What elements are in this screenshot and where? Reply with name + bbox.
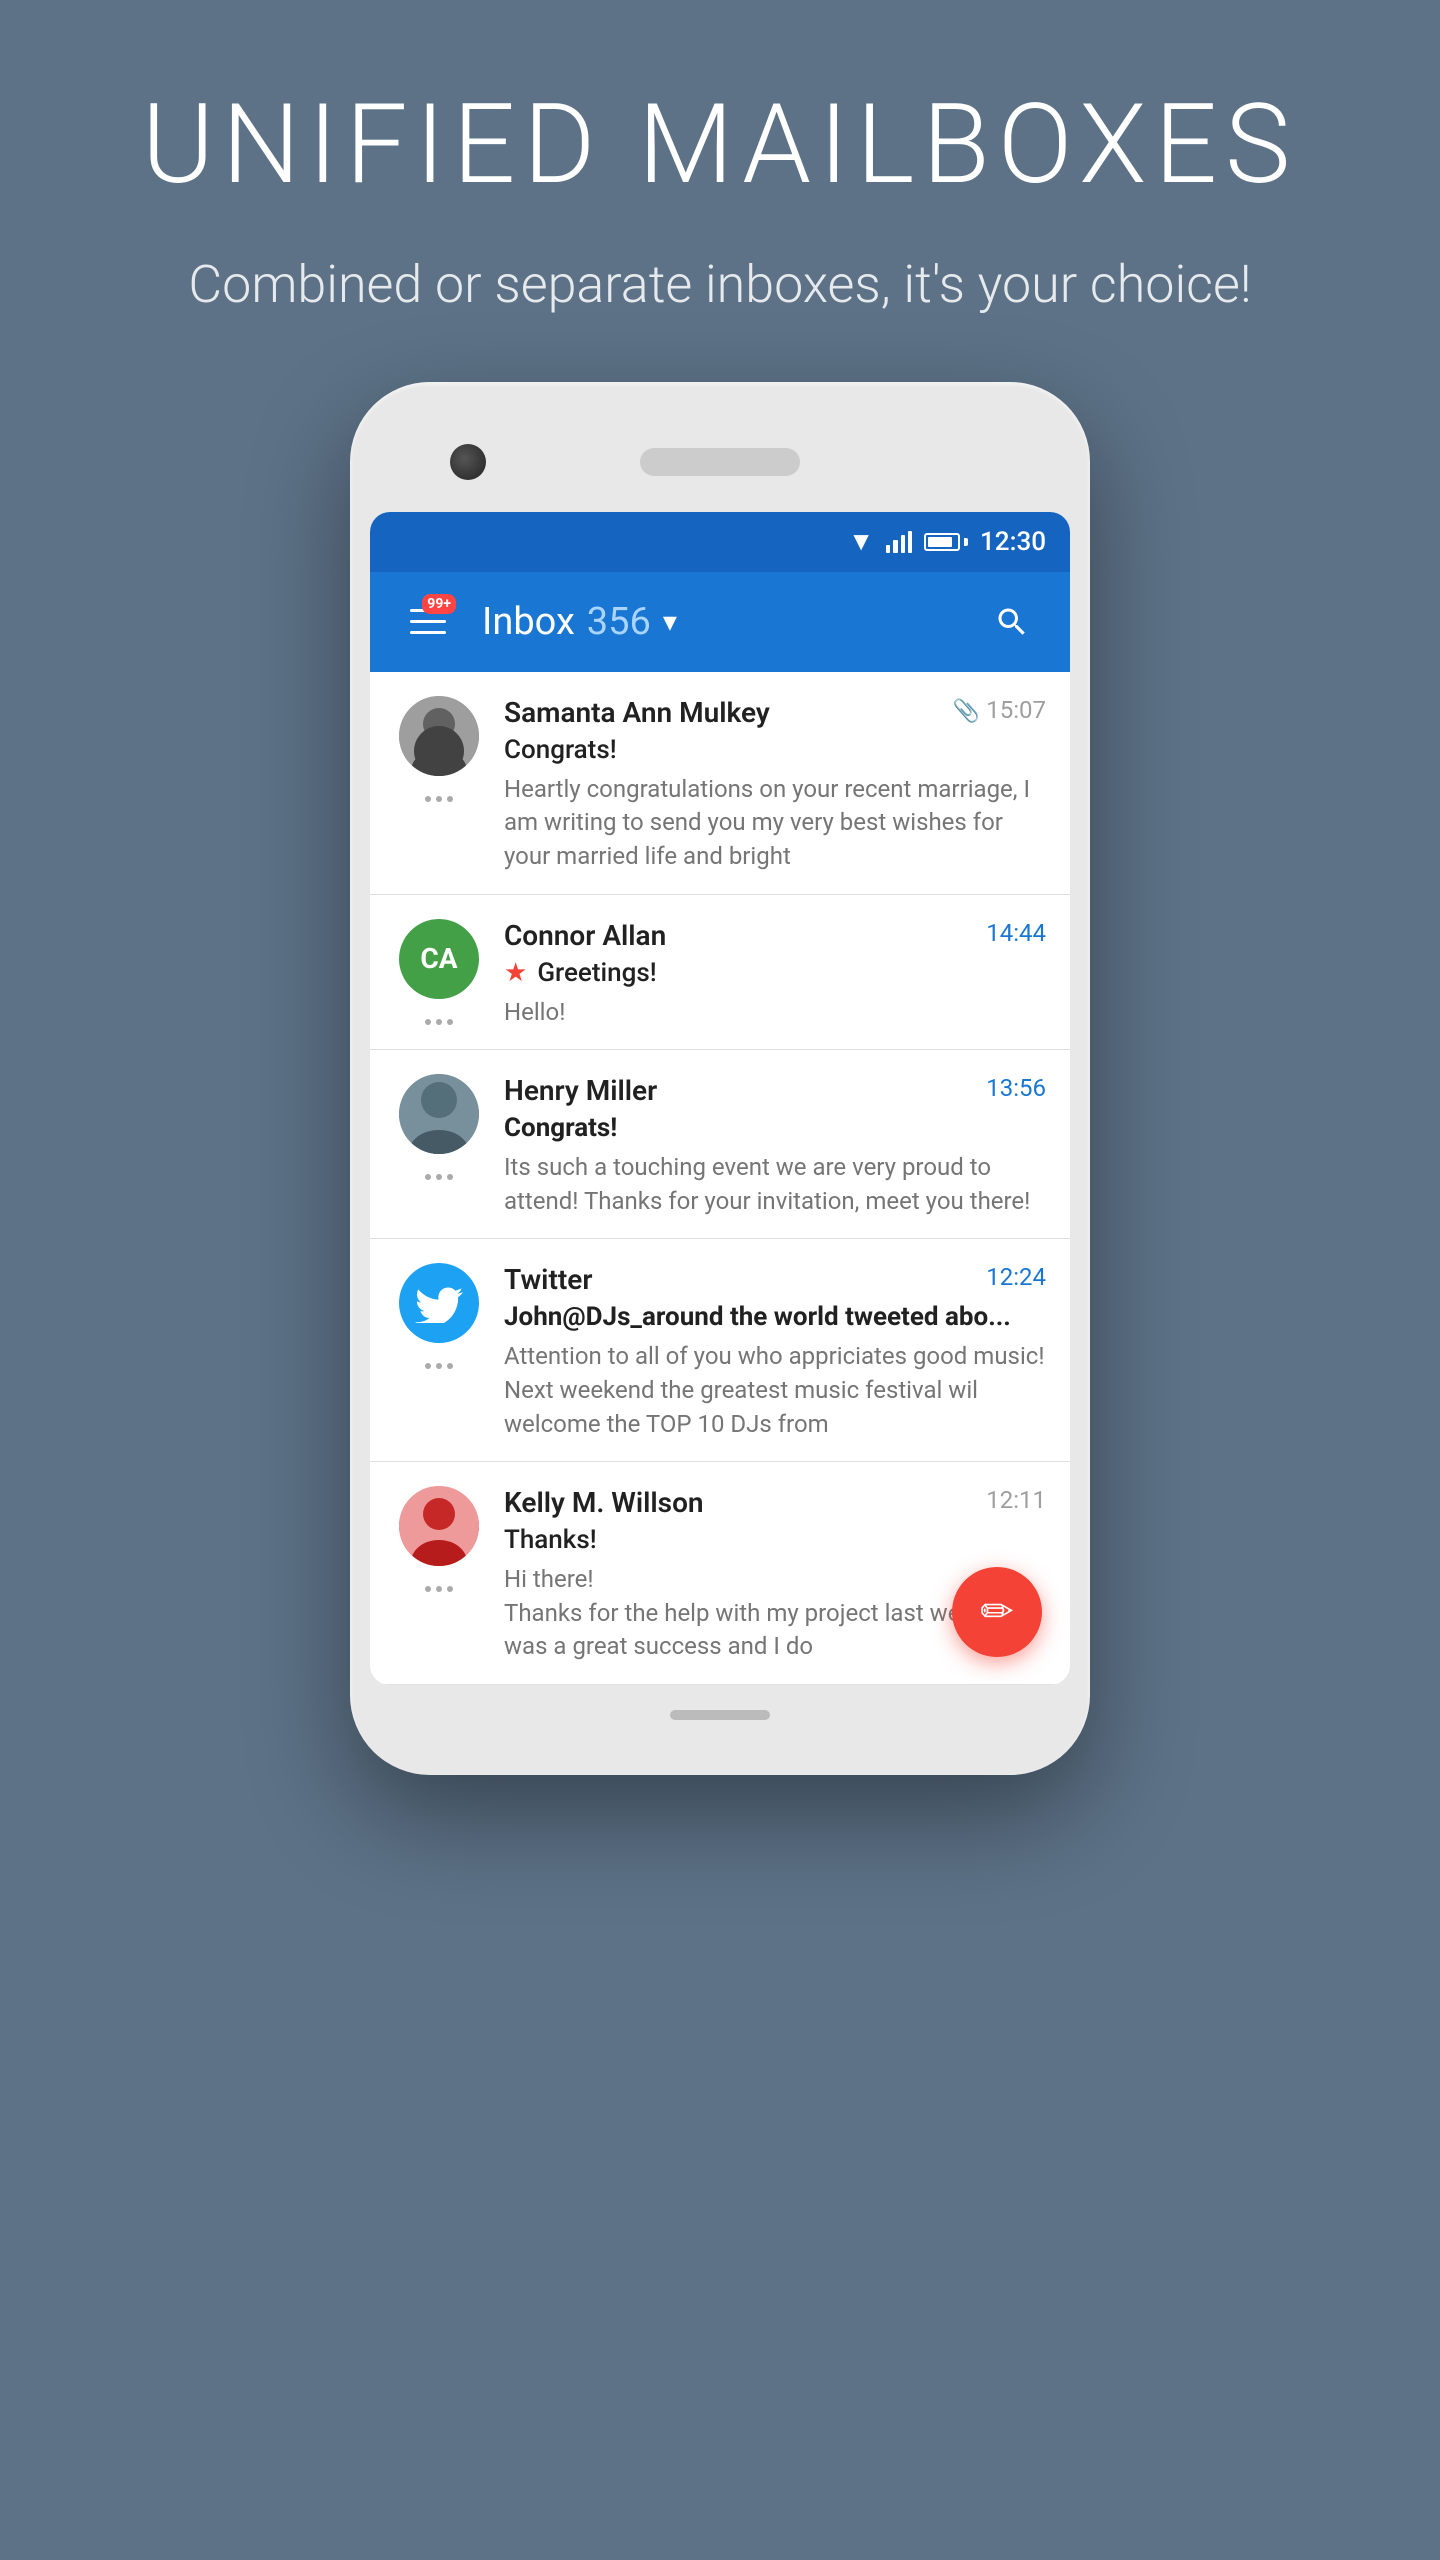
avatar-column [394, 696, 484, 874]
wifi-icon: ▼ [848, 526, 874, 557]
app-bar: 99+ Inbox 356 ▾ [370, 572, 1070, 672]
email-item[interactable]: Samanta Ann Mulkey 📎 15:07 Congrats! Hea… [370, 672, 1070, 895]
avatar [399, 1263, 479, 1343]
email-item[interactable]: Twitter 12:24 John@DJs_around the world … [370, 1239, 1070, 1462]
email-preview: Attention to all of you who appriciates … [504, 1340, 1046, 1441]
front-camera [450, 444, 486, 480]
unread-badge: 99+ [422, 594, 456, 614]
phone-shell: ▼ 12:30 [350, 382, 1090, 1775]
sender-name: Connor Allan [504, 919, 666, 952]
search-button[interactable] [982, 592, 1042, 652]
email-content: Samanta Ann Mulkey 📎 15:07 Congrats! Hea… [504, 696, 1046, 874]
email-header: Samanta Ann Mulkey 📎 15:07 [504, 696, 1046, 729]
email-subject: Congrats! [504, 735, 1046, 765]
avatar [399, 696, 479, 776]
email-time: 12:11 [986, 1486, 1046, 1514]
email-preview: Hello! [504, 996, 1046, 1030]
status-bar: ▼ 12:30 [370, 512, 1070, 572]
email-options-dots[interactable] [425, 1582, 453, 1592]
dot [425, 1174, 431, 1180]
phone-bottom-bezel [370, 1685, 1070, 1745]
email-options-dots[interactable] [425, 792, 453, 802]
hamburger-bar [410, 620, 446, 623]
email-subject: John@DJs_around the world tweeted abo... [504, 1302, 1046, 1332]
email-options-dots[interactable] [425, 1015, 453, 1025]
email-header: Connor Allan 14:44 [504, 919, 1046, 952]
email-item[interactable]: Henry Miller 13:56 Congrats! Its such a … [370, 1050, 1070, 1239]
email-header: Twitter 12:24 [504, 1263, 1046, 1296]
sender-name: Kelly M. Willson [504, 1486, 704, 1519]
avatar [399, 1074, 479, 1154]
phone-top-bezel [370, 412, 1070, 512]
dot [425, 1363, 431, 1369]
inbox-label: Inbox [482, 600, 575, 644]
email-options-dots[interactable] [425, 1170, 453, 1180]
hamburger-bar [410, 631, 446, 634]
dot [436, 1174, 442, 1180]
dot [436, 1363, 442, 1369]
email-header: Henry Miller 13:56 [504, 1074, 1046, 1107]
page-subtitle: Combined or separate inboxes, it's your … [142, 249, 1299, 322]
search-icon [994, 604, 1030, 640]
home-indicator [670, 1710, 770, 1720]
inbox-title: Inbox 356 ▾ [482, 600, 958, 644]
dot [447, 1363, 453, 1369]
battery-icon [924, 533, 968, 551]
email-time: 14:44 [986, 919, 1046, 947]
email-list: Samanta Ann Mulkey 📎 15:07 Congrats! Hea… [370, 672, 1070, 1685]
avatar-image [399, 1074, 479, 1154]
dot [425, 796, 431, 802]
email-content: Twitter 12:24 John@DJs_around the world … [504, 1263, 1046, 1441]
hamburger-menu-button[interactable]: 99+ [398, 592, 458, 652]
compose-fab-button[interactable]: ✏ [952, 1567, 1042, 1657]
email-subject: ★ Greetings! [504, 958, 1046, 988]
avatar-column [394, 1074, 484, 1218]
email-time: 📎 15:07 [953, 696, 1046, 724]
sender-name: Twitter [504, 1263, 592, 1296]
email-subject: Congrats! [504, 1113, 1046, 1143]
email-header: Kelly M. Willson 12:11 [504, 1486, 1046, 1519]
dot [447, 1174, 453, 1180]
avatar-image [399, 1486, 479, 1566]
dot [425, 1019, 431, 1025]
dot [447, 1586, 453, 1592]
email-item[interactable]: CA Connor Allan 14:44 ★ Greetings! [370, 895, 1070, 1051]
dropdown-arrow-icon[interactable]: ▾ [663, 605, 677, 638]
avatar [399, 1486, 479, 1566]
email-subject: Thanks! [504, 1525, 1046, 1555]
signal-icon [886, 531, 912, 553]
dot [447, 1019, 453, 1025]
compose-icon: ✏ [980, 1588, 1014, 1635]
sender-name: Henry Miller [504, 1074, 657, 1107]
dot [447, 796, 453, 802]
email-preview: Heartly congratulations on your recent m… [504, 773, 1046, 874]
avatar-column [394, 1263, 484, 1441]
email-time: 12:24 [986, 1263, 1046, 1291]
avatar-image [399, 696, 479, 776]
email-item[interactable]: Kelly M. Willson 12:11 Thanks! Hi there!… [370, 1462, 1070, 1685]
page-title: UNIFIED MAILBOXES [142, 80, 1299, 209]
email-content: Connor Allan 14:44 ★ Greetings! Hello! [504, 919, 1046, 1030]
dot [425, 1586, 431, 1592]
email-content: Henry Miller 13:56 Congrats! Its such a … [504, 1074, 1046, 1218]
twitter-bird-icon [415, 1283, 463, 1323]
avatar: CA [399, 919, 479, 999]
avatar-column [394, 1486, 484, 1664]
status-icons: ▼ 12:30 [848, 526, 1046, 557]
dot [436, 796, 442, 802]
attachment-icon: 📎 [953, 699, 980, 724]
dot [436, 1586, 442, 1592]
email-options-dots[interactable] [425, 1359, 453, 1369]
avatar-column: CA [394, 919, 484, 1030]
status-time: 12:30 [980, 527, 1046, 557]
page-header: UNIFIED MAILBOXES Combined or separate i… [22, 0, 1419, 382]
inbox-count: 356 [587, 600, 651, 644]
sender-name: Samanta Ann Mulkey [504, 696, 770, 729]
email-preview: Its such a touching event we are very pr… [504, 1151, 1046, 1218]
phone-screen: ▼ 12:30 [370, 512, 1070, 1685]
email-time: 13:56 [986, 1074, 1046, 1102]
speaker [640, 448, 800, 476]
star-icon: ★ [504, 958, 527, 988]
dot [436, 1019, 442, 1025]
